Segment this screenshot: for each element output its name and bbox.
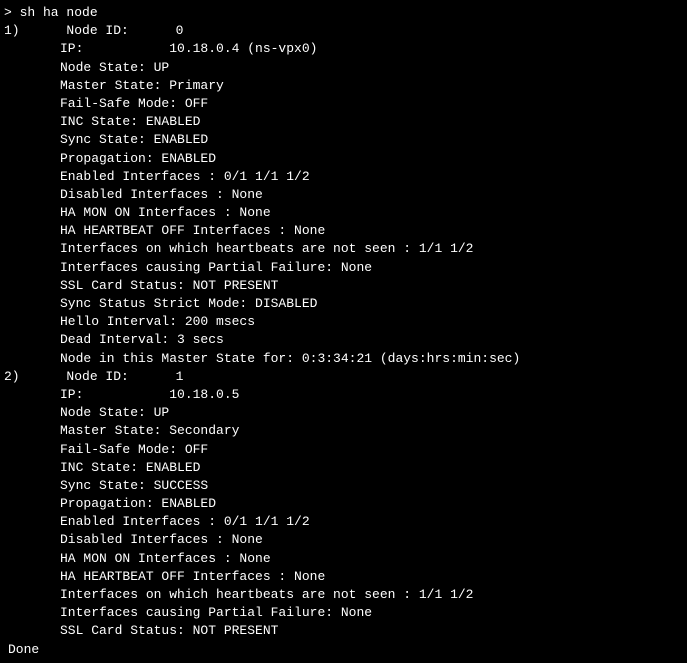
field-line: Master State: Primary (4, 77, 683, 95)
ip-line: IP: 10.18.0.5 (4, 386, 683, 404)
field-line: Propagation: ENABLED (4, 495, 683, 513)
field-line: HA MON ON Interfaces : None (4, 204, 683, 222)
field-line: Node State: UP (4, 404, 683, 422)
field-line: Disabled Interfaces : None (4, 186, 683, 204)
field-line: Enabled Interfaces : 0/1 1/1 1/2 (4, 168, 683, 186)
command-prompt: > sh ha node (4, 4, 683, 22)
node-block-1: 1) Node ID: 0IP: 10.18.0.4 (ns-vpx0)Node… (4, 22, 683, 368)
field-line: Propagation: ENABLED (4, 150, 683, 168)
node-block-2: 2) Node ID: 1IP: 10.18.0.5Node State: UP… (4, 368, 683, 641)
field-line: Master State: Secondary (4, 422, 683, 440)
field-line: Hello Interval: 200 msecs (4, 313, 683, 331)
field-line: Interfaces causing Partial Failure: None (4, 604, 683, 622)
field-line: Fail-Safe Mode: OFF (4, 441, 683, 459)
done-line: Done (4, 641, 683, 659)
field-line: Enabled Interfaces : 0/1 1/1 1/2 (4, 513, 683, 531)
field-line: Dead Interval: 3 secs (4, 331, 683, 349)
field-line: HA HEARTBEAT OFF Interfaces : None (4, 568, 683, 586)
field-line: Disabled Interfaces : None (4, 531, 683, 549)
field-line: Interfaces causing Partial Failure: None (4, 259, 683, 277)
field-line: INC State: ENABLED (4, 113, 683, 131)
node-id-line: 2) Node ID: 1 (4, 368, 683, 386)
field-line: Interfaces on which heartbeats are not s… (4, 240, 683, 258)
field-line: SSL Card Status: NOT PRESENT (4, 622, 683, 640)
field-line: HA HEARTBEAT OFF Interfaces : None (4, 222, 683, 240)
field-line: HA MON ON Interfaces : None (4, 550, 683, 568)
field-line: Sync State: ENABLED (4, 131, 683, 149)
field-line: Interfaces on which heartbeats are not s… (4, 586, 683, 604)
field-line: Sync Status Strict Mode: DISABLED (4, 295, 683, 313)
ip-line: IP: 10.18.0.4 (ns-vpx0) (4, 40, 683, 58)
nodes-output: 1) Node ID: 0IP: 10.18.0.4 (ns-vpx0)Node… (4, 22, 683, 640)
node-id-line: 1) Node ID: 0 (4, 22, 683, 40)
field-line: Node State: UP (4, 59, 683, 77)
field-line: SSL Card Status: NOT PRESENT (4, 277, 683, 295)
field-line: Node in this Master State for: 0:3:34:21… (4, 350, 683, 368)
field-line: Fail-Safe Mode: OFF (4, 95, 683, 113)
field-line: INC State: ENABLED (4, 459, 683, 477)
field-line: Sync State: SUCCESS (4, 477, 683, 495)
